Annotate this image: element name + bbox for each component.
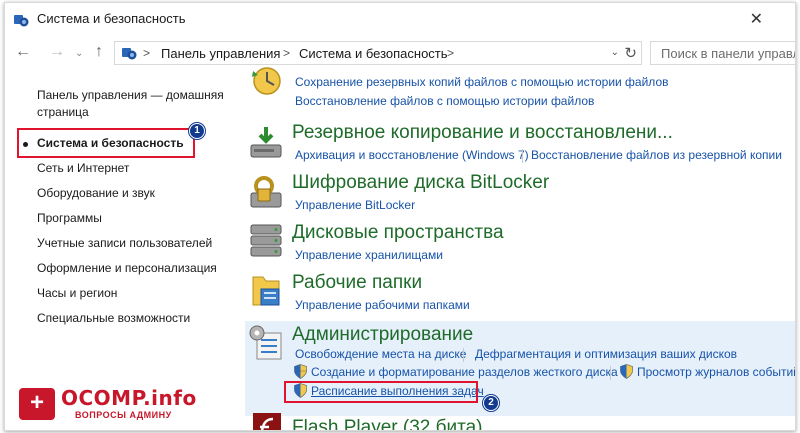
address-dropdown[interactable]: ⌄ (611, 47, 619, 58)
search-placeholder: Поиск в панели управл (661, 46, 796, 61)
breadcrumb-separator: > (283, 46, 291, 60)
close-button[interactable]: ✕ (750, 9, 763, 29)
watermark-plus-icon: + (19, 388, 55, 420)
storage-spaces-title[interactable]: Дисковые пространства (292, 222, 504, 244)
work-folders-icon (252, 276, 280, 306)
annotation-highlight-2 (284, 381, 478, 403)
link-separator (610, 366, 611, 380)
annotation-badge-1: 1 (189, 123, 205, 139)
link-disk-cleanup[interactable]: Освобождение места на диске (295, 347, 466, 361)
link-view-event-logs[interactable]: Просмотр журналов событий (637, 365, 795, 379)
uac-shield-icon (294, 364, 307, 379)
link-separator (463, 348, 464, 362)
sidebar-item-home[interactable]: Панель управления — домашняя (37, 87, 224, 104)
storage-spaces-icon (250, 224, 282, 257)
admin-tools-title[interactable]: Администрирование (292, 324, 473, 346)
file-history-icon (252, 67, 281, 95)
backup-title[interactable]: Резервное копирование и восстановлени... (292, 122, 673, 144)
address-bar[interactable]: > Панель управления > Система и безопасн… (114, 41, 642, 65)
backup-icon (250, 127, 282, 158)
back-button[interactable]: ← (15, 43, 31, 61)
link-separator (522, 149, 523, 163)
title-bar: Система и безопасность ✕ (5, 3, 795, 35)
link-defragment[interactable]: Дефрагментация и оптимизация ваших диско… (475, 347, 737, 361)
forward-button[interactable]: → (49, 43, 65, 61)
sidebar-item-clock-region[interactable]: Часы и регион (37, 285, 117, 302)
link-create-format-partitions[interactable]: Создание и форматирование разделов жестк… (311, 365, 618, 379)
sidebar-item-accessibility[interactable]: Специальные возможности (37, 310, 190, 327)
sidebar-item-home-line2[interactable]: страница (37, 104, 89, 121)
control-panel-icon (14, 15, 29, 27)
bitlocker-icon (250, 176, 282, 208)
admin-tools-icon (249, 325, 282, 360)
link-save-file-history[interactable]: Сохранение резервных копий файлов с помо… (295, 75, 669, 89)
watermark-subtitle: ВОПРОСЫ АДМИНУ (75, 410, 172, 420)
flash-player-icon (253, 413, 281, 430)
sidebar-item-accounts[interactable]: Учетные записи пользователей (37, 235, 212, 252)
up-button[interactable]: ↑ (95, 43, 103, 61)
ocomp-watermark: + OCOMP.info ВОПРОСЫ АДМИНУ (19, 386, 219, 426)
control-panel-icon (122, 48, 137, 60)
breadcrumb-separator: > (143, 46, 151, 60)
navigation-bar: ← → ⌄ ↑ > Панель управления > Система и … (5, 37, 795, 69)
control-panel-window: Система и безопасность ✕ ← → ⌄ ↑ > Панел… (4, 2, 796, 431)
link-manage-work-folders[interactable]: Управление рабочими папками (295, 298, 470, 312)
uac-shield-icon (620, 364, 633, 379)
watermark-title: OCOMP.info (61, 386, 197, 410)
link-restore-from-backup[interactable]: Восстановление файлов из резервной копии (531, 148, 782, 162)
flash-player-title[interactable]: Flash Player (32 бита) (292, 417, 483, 430)
breadcrumb-separator: > (447, 46, 455, 60)
link-manage-storage[interactable]: Управление хранилищами (295, 248, 443, 262)
recent-locations-dropdown[interactable]: ⌄ (75, 48, 83, 59)
sidebar-item-programs[interactable]: Программы (37, 210, 102, 227)
link-backup-restore-win7[interactable]: Архивация и восстановление (Windows 7) (295, 148, 529, 162)
work-folders-title[interactable]: Рабочие папки (292, 272, 422, 294)
sidebar-item-appearance[interactable]: Оформление и персонализация (37, 260, 217, 277)
main-content: Сохранение резервных копий файлов с помо… (237, 67, 795, 430)
sidebar-item-hardware[interactable]: Оборудование и звук (37, 185, 155, 202)
link-manage-bitlocker[interactable]: Управление BitLocker (295, 198, 415, 212)
bitlocker-title[interactable]: Шифрование диска BitLocker (292, 172, 549, 194)
annotation-highlight-1 (17, 128, 195, 158)
breadcrumb-control-panel[interactable]: Панель управления (161, 46, 280, 61)
refresh-button[interactable]: ↻ (624, 44, 637, 62)
sidebar-item-network[interactable]: Сеть и Интернет (37, 160, 129, 177)
window-title: Система и безопасность (37, 11, 186, 26)
link-restore-file-history[interactable]: Восстановление файлов с помощью истории … (295, 94, 594, 108)
breadcrumb-system-security[interactable]: Система и безопасность (299, 46, 448, 61)
annotation-badge-2: 2 (483, 395, 499, 411)
search-input[interactable]: Поиск в панели управл (650, 41, 796, 65)
